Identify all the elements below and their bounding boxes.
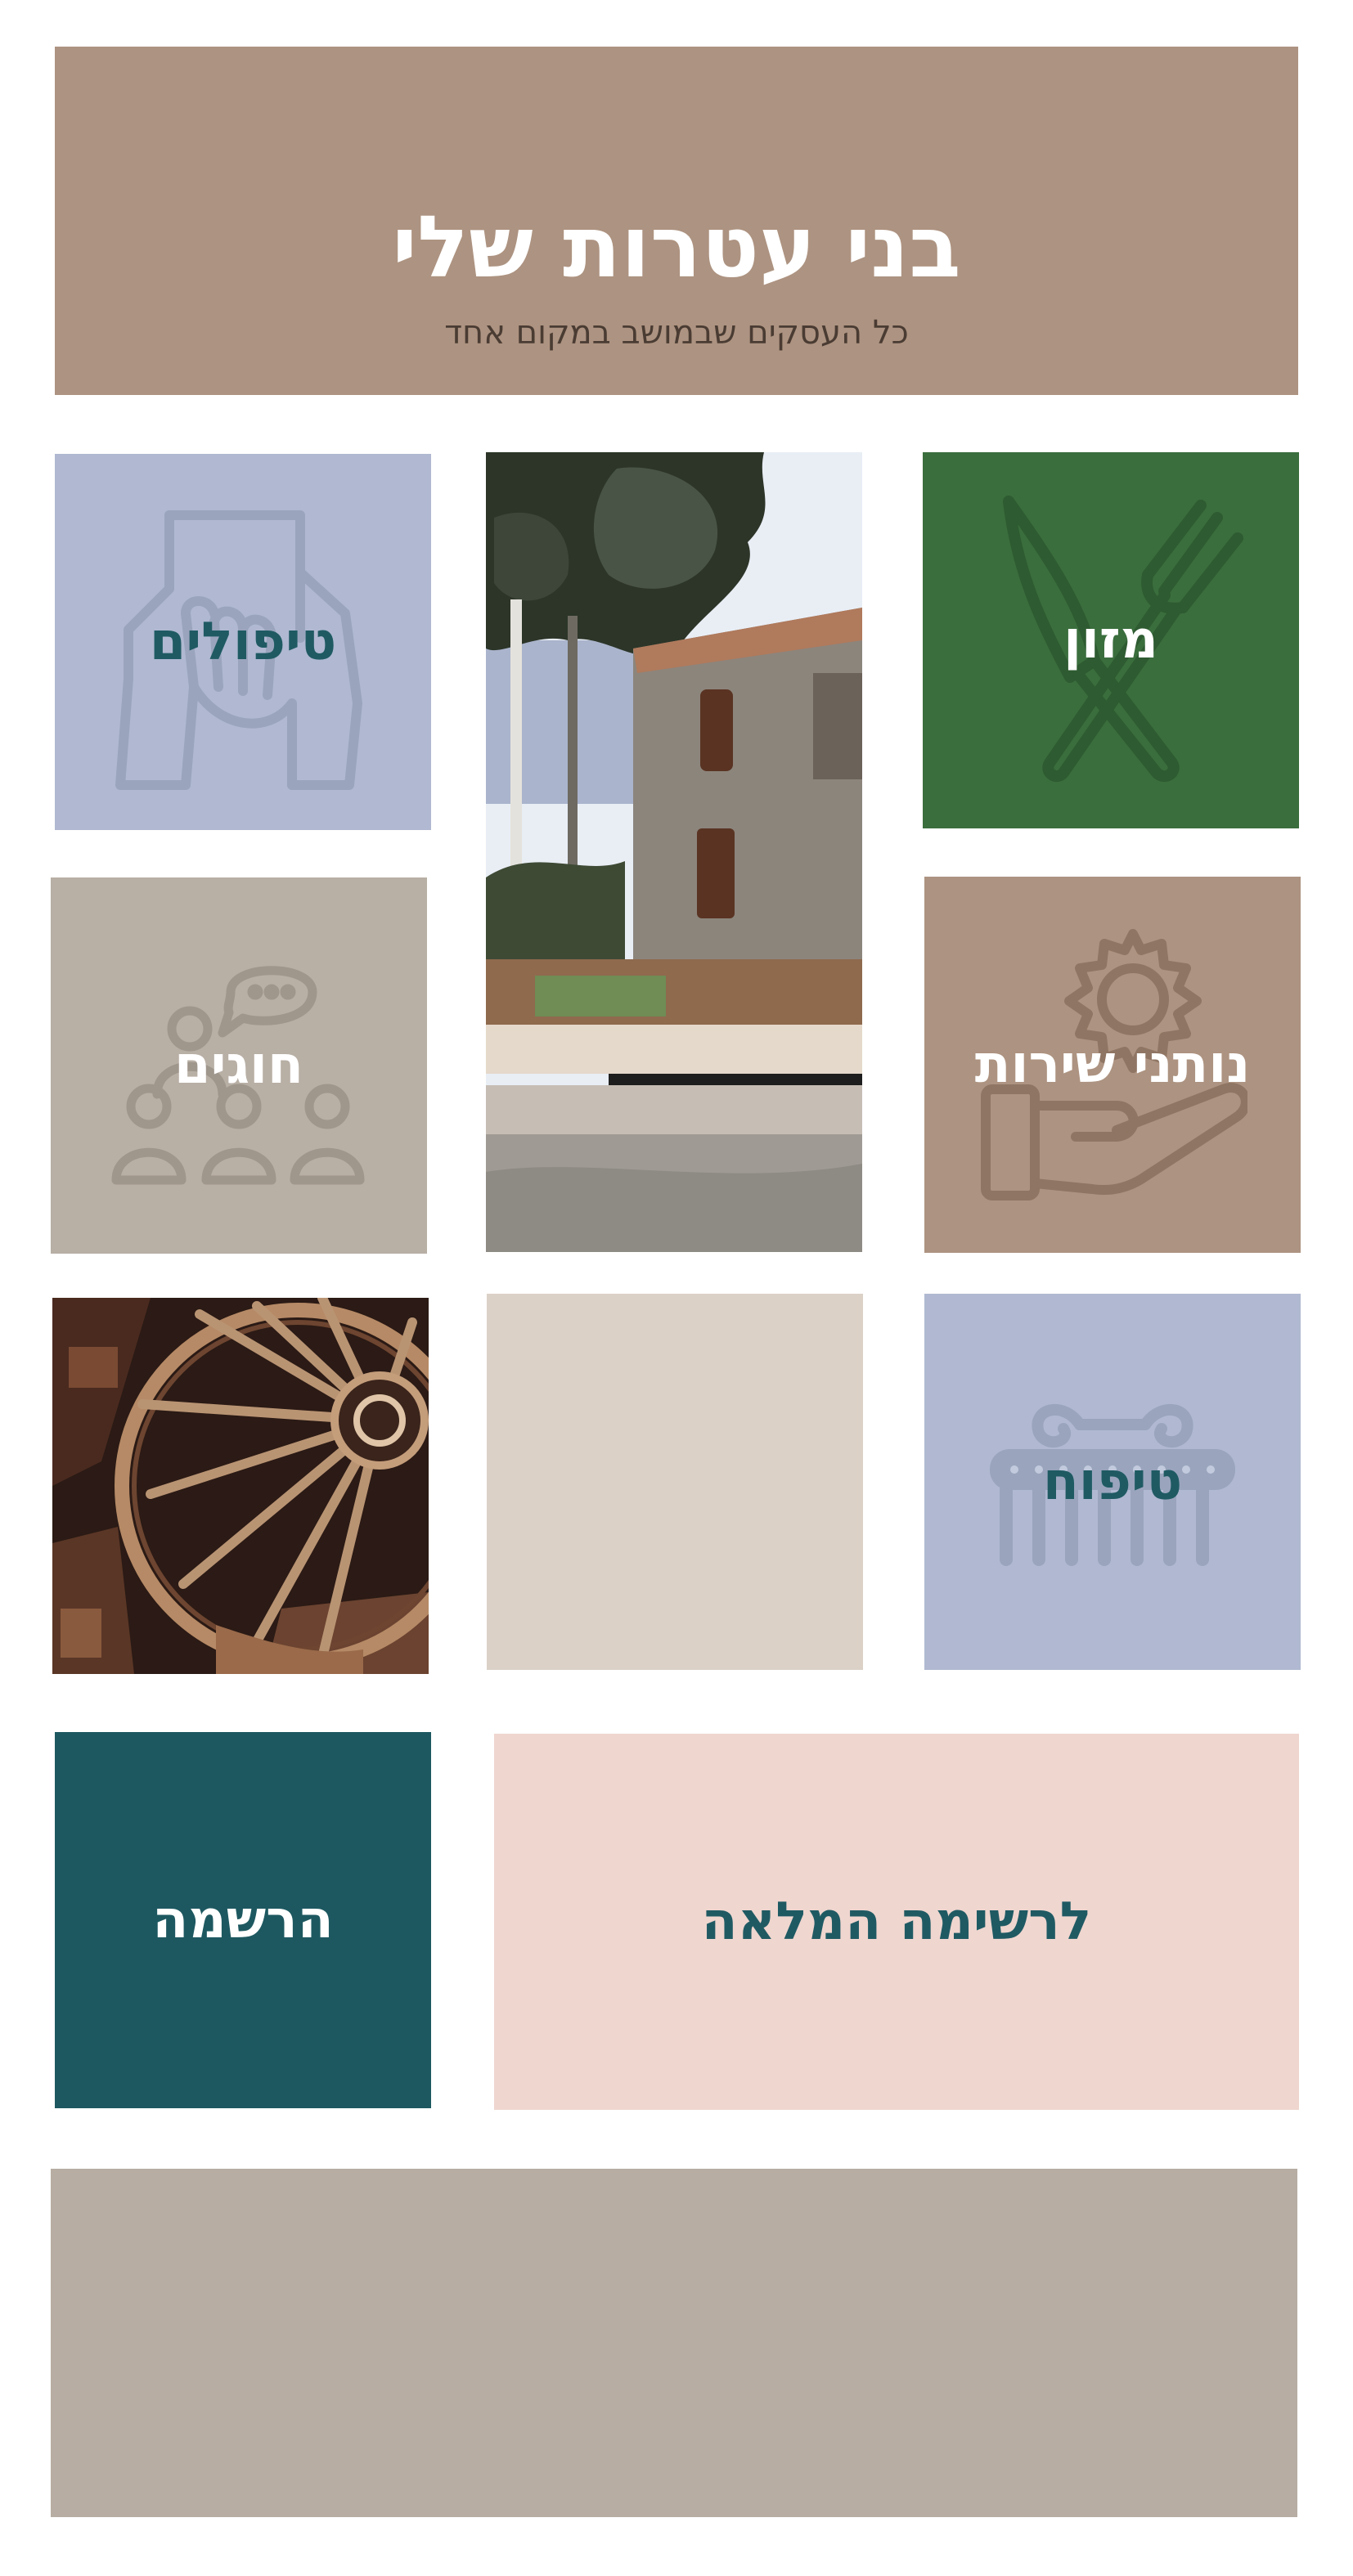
footer-banner	[51, 2169, 1297, 2517]
house-photo	[486, 452, 862, 1252]
tile-label-therapy: טיפולים	[149, 612, 337, 672]
full-list-label: לרשימה המלאה	[701, 1892, 1092, 1952]
tile-label-beauty: טיפוח	[1042, 1452, 1183, 1512]
category-tile-food[interactable]: מזון	[923, 452, 1299, 828]
tile-label-classes: חוגים	[174, 1035, 303, 1096]
register-button[interactable]: הרשמה	[55, 1732, 431, 2108]
tile-label-services: נותני שירות	[974, 1034, 1251, 1095]
category-tile-beauty[interactable]: טיפוח	[924, 1294, 1301, 1670]
register-label: הרשמה	[152, 1890, 334, 1950]
page-subtitle: כל העסקים שבמושב במקום אחד	[444, 314, 909, 352]
category-tile-classes[interactable]: חוגים	[51, 877, 427, 1254]
full-list-button[interactable]: לרשימה המלאה	[494, 1734, 1299, 2110]
tile-label-food: מזון	[1063, 610, 1158, 671]
category-tile-services[interactable]: נותני שירות	[924, 877, 1301, 1253]
category-tile-therapy[interactable]: טיפולים	[55, 454, 431, 830]
header-banner: בני עטרות שלי כל העסקים שבמושב במקום אחד	[55, 47, 1298, 395]
empty-tile	[487, 1294, 863, 1670]
page-title: בני עטרות שלי	[392, 197, 961, 297]
wagon-wheel-photo	[52, 1298, 429, 1674]
